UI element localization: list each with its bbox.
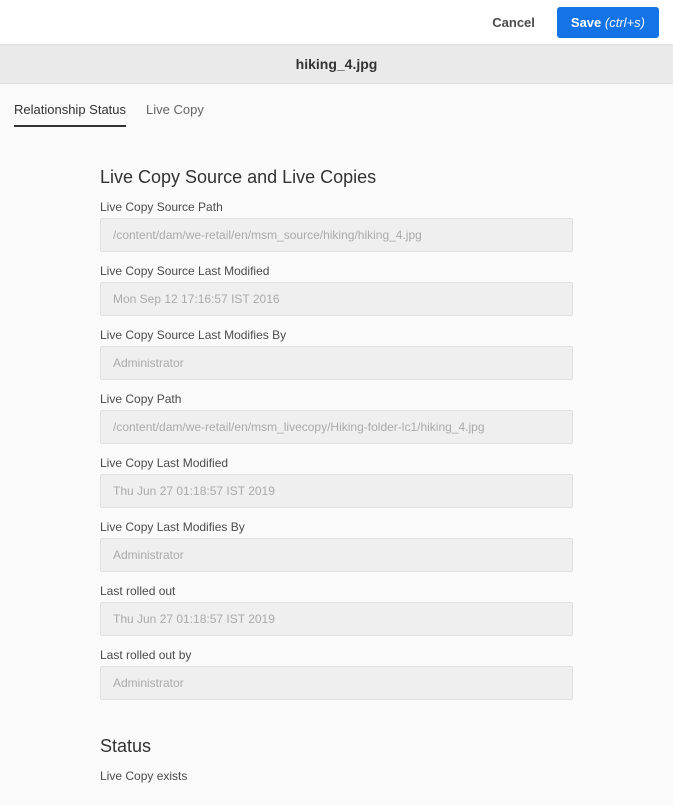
input-live-copy-last-modified-by xyxy=(100,538,573,572)
label-live-copy-path: Live Copy Path xyxy=(100,392,573,406)
section-title-status: Status xyxy=(100,736,573,757)
titlebar: hiking_4.jpg xyxy=(0,44,673,84)
label-live-copy-last-modified-by: Live Copy Last Modifies By xyxy=(100,520,573,534)
save-button[interactable]: Save (ctrl+s) xyxy=(557,7,659,38)
input-source-path xyxy=(100,218,573,252)
input-last-rolled-out-by xyxy=(100,666,573,700)
content: Live Copy Source and Live Copies Live Co… xyxy=(0,127,673,803)
page-title: hiking_4.jpg xyxy=(296,56,378,72)
label-last-rolled-out: Last rolled out xyxy=(100,584,573,598)
input-last-rolled-out xyxy=(100,602,573,636)
status-live-copy-exists: Live Copy exists xyxy=(100,769,573,783)
topbar: Cancel Save (ctrl+s) xyxy=(0,0,673,44)
label-live-copy-last-modified: Live Copy Last Modified xyxy=(100,456,573,470)
tab-live-copy[interactable]: Live Copy xyxy=(146,102,204,127)
cancel-button[interactable]: Cancel xyxy=(482,9,545,36)
label-last-rolled-out-by: Last rolled out by xyxy=(100,648,573,662)
save-shortcut: (ctrl+s) xyxy=(605,15,645,30)
input-live-copy-path xyxy=(100,410,573,444)
save-label: Save xyxy=(571,15,601,30)
label-source-path: Live Copy Source Path xyxy=(100,200,573,214)
section-title-live-copy: Live Copy Source and Live Copies xyxy=(100,167,573,188)
label-source-last-modified: Live Copy Source Last Modified xyxy=(100,264,573,278)
scroll-container[interactable]: Relationship Status Live Copy Live Copy … xyxy=(0,84,673,805)
label-source-last-modified-by: Live Copy Source Last Modifies By xyxy=(100,328,573,342)
tabs: Relationship Status Live Copy xyxy=(0,84,673,127)
input-source-last-modified-by xyxy=(100,346,573,380)
input-source-last-modified xyxy=(100,282,573,316)
input-live-copy-last-modified xyxy=(100,474,573,508)
tab-relationship-status[interactable]: Relationship Status xyxy=(14,102,126,127)
